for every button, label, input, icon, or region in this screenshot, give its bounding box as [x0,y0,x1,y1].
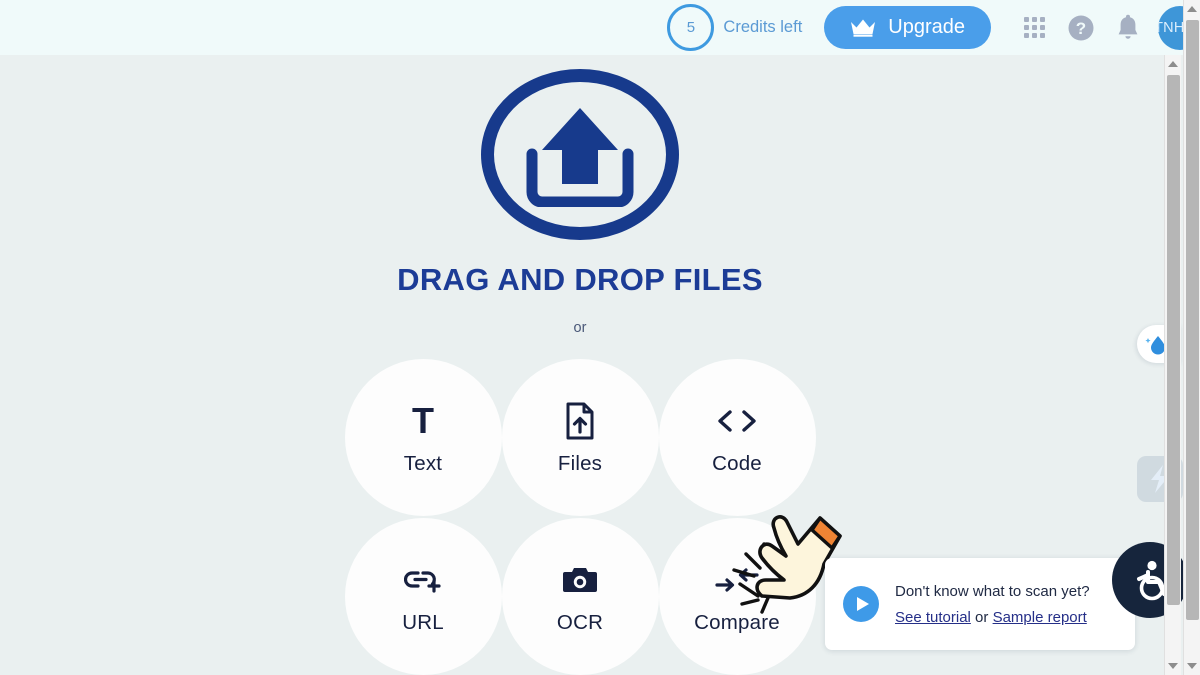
option-ocr[interactable]: OCR [501,518,659,675]
help-button[interactable]: ? [1064,11,1098,45]
tutorial-tooltip: Don't know what to scan yet? See tutoria… [825,558,1135,650]
text-t-icon: T [412,399,434,441]
option-url[interactable]: URL [344,518,502,675]
notifications-button[interactable] [1111,11,1145,45]
dropzone-upload-target[interactable] [481,69,679,240]
credits-indicator[interactable]: 5 Credits left [667,4,802,51]
scroll-down-arrow-icon[interactable] [1168,663,1178,669]
scroll-thumb[interactable] [1186,20,1199,620]
option-files[interactable]: Files [501,359,659,516]
crown-icon [851,19,876,37]
upgrade-button[interactable]: Upgrade [824,6,991,49]
option-label: Files [557,451,603,475]
tooltip-conjunction: or [970,608,993,626]
option-label: Code [712,451,762,475]
or-separator: or [573,320,587,336]
scroll-up-arrow-icon[interactable] [1187,6,1197,12]
tooltip-text-block: Don't know what to scan yet? See tutoria… [895,583,1090,626]
sample-report-link[interactable]: Sample report [993,609,1087,626]
option-label: Text [403,451,443,475]
apps-grid-icon [1023,17,1045,38]
page-title: DRAG AND DROP FILES [397,262,763,297]
credits-count: 5 [667,4,715,51]
option-label: OCR [556,610,604,634]
angle-brackets-icon [716,400,758,442]
file-upload-icon [565,400,595,442]
browser-scrollbar[interactable] [1183,0,1200,675]
credits-label: Credits left [723,18,803,36]
upload-arrow-icon [526,108,634,207]
scroll-down-arrow-icon[interactable] [1187,663,1197,669]
scroll-up-arrow-icon[interactable] [1168,61,1178,67]
see-tutorial-link[interactable]: See tutorial [895,609,971,626]
bell-icon [1118,14,1138,39]
option-label: URL [402,610,444,634]
tooltip-links: See tutorial or Sample report [895,609,1090,626]
upgrade-label: Upgrade [888,16,965,38]
apps-grid-button[interactable] [1017,11,1051,45]
link-plus-icon [404,559,442,601]
option-text[interactable]: T Text [344,359,502,516]
camera-icon [562,559,598,601]
play-video-button[interactable] [843,586,879,622]
svg-text:?: ? [1076,19,1086,38]
help-circle-icon: ? [1068,15,1094,40]
play-triangle-icon [856,597,869,611]
tooltip-question: Don't know what to scan yet? [895,582,1090,600]
scroll-thumb[interactable] [1167,75,1180,605]
top-bar: 5 Credits left Upgrade ? TNHNH [0,0,1200,55]
page-scrollbar[interactable] [1164,55,1181,675]
